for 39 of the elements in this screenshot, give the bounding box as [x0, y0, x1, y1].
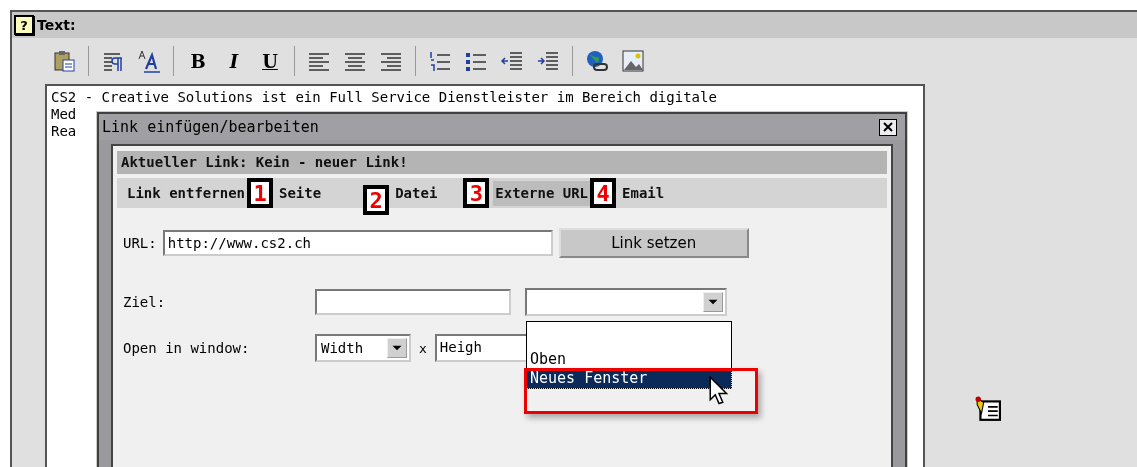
dialog-title: Link einfügen/bearbeiten	[102, 118, 319, 136]
annotation-number: 3	[463, 178, 490, 208]
globe-link-icon[interactable]	[585, 49, 609, 73]
url-label: URL:	[123, 234, 157, 252]
link-type-tab[interactable]: Externe URL	[493, 180, 591, 206]
paste-icon[interactable]	[52, 49, 76, 73]
font-style-icon[interactable]	[137, 49, 161, 73]
close-icon	[883, 122, 893, 132]
close-button[interactable]	[879, 118, 897, 136]
editor-text-line: Rea	[51, 123, 77, 140]
target-select[interactable]	[525, 288, 727, 316]
target-input[interactable]	[315, 289, 511, 315]
link-type-tab[interactable]: Datei	[393, 180, 440, 206]
format-button[interactable]: I	[222, 47, 246, 75]
current-link-bar: Aktueller Link: Kein - neuer Link!	[117, 151, 887, 174]
outdent-icon[interactable]	[500, 49, 524, 73]
annotation-number: 2	[363, 185, 390, 215]
set-link-button[interactable]: Link setzen	[558, 228, 749, 258]
times-sign: x	[419, 339, 427, 357]
editor-text-line: Med	[51, 106, 77, 123]
window-label: Open in window:	[123, 339, 251, 357]
field-label: Text:	[37, 17, 76, 33]
format-button[interactable]: U	[258, 47, 282, 75]
numbered-list-icon[interactable]	[428, 49, 452, 73]
indent-icon[interactable]	[536, 49, 560, 73]
target-label: Ziel:	[123, 293, 167, 311]
mouse-pointer-icon	[709, 376, 729, 406]
url-input[interactable]: http://www.cs2.ch	[162, 230, 553, 256]
annotation-number: 4	[590, 178, 617, 208]
width-select[interactable]: Width	[315, 334, 411, 362]
edit-note-icon[interactable]	[975, 396, 1001, 422]
link-type-tab[interactable]: Link entfernen	[125, 180, 247, 206]
format-button[interactable]: B	[186, 47, 210, 75]
annotation-number: 1	[247, 178, 273, 208]
help-button[interactable]: ?	[14, 15, 34, 35]
image-icon[interactable]	[621, 49, 645, 73]
link-type-tab[interactable]: Seite	[277, 180, 324, 206]
editor-text-line: CS2 - Creative Solutions ist ein Full Service Dienstleister im Bereich digitale	[51, 89, 717, 106]
link-type-tab[interactable]: Email	[620, 180, 667, 206]
